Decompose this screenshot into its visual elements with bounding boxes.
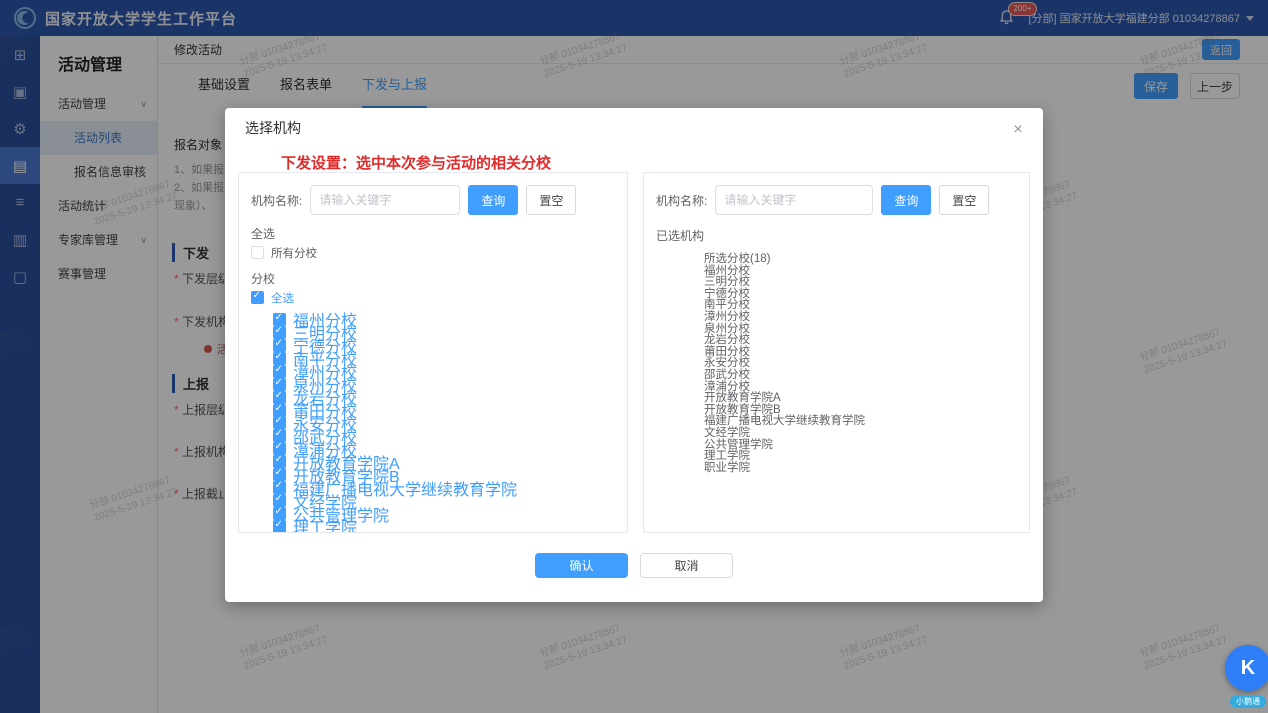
org-name-label: 机构名称:	[251, 192, 302, 209]
selected-org-item: 莆田分校	[704, 347, 1017, 359]
selected-org-item: 宁德分校	[704, 289, 1017, 301]
modal-header: 选择机构	[225, 108, 1043, 148]
branch-checkbox-list: 福州分校三明分校宁德分校南平分校漳州分校泉州分校龙岩分校莆田分校永安分校邵武分校…	[251, 313, 615, 533]
select-all-group-label: 全选	[251, 225, 615, 242]
selected-org-list: 所选分校(18) 福州分校三明分校宁德分校南平分校漳州分校泉州分校龙岩分校莆田分…	[656, 254, 1017, 474]
confirm-button[interactable]: 确认	[535, 553, 628, 578]
org-search-input[interactable]	[310, 185, 460, 215]
select-all-branches-checkbox[interactable]: 全选	[251, 290, 615, 305]
selected-org-item: 公共管理学院	[704, 440, 1017, 452]
selected-search-input[interactable]	[715, 185, 873, 215]
search-button[interactable]: 查询	[881, 185, 931, 215]
all-branches-checkbox[interactable]: 所有分校	[251, 245, 615, 260]
selected-org-item: 泉州分校	[704, 324, 1017, 336]
selected-org-panel: 机构名称: 查询 置空 已选机构 所选分校(18) 福州分校三明分校宁德分校南平…	[643, 172, 1030, 533]
selected-org-item: 龙岩分校	[704, 335, 1017, 347]
app-window: 国家开放大学学生工作平台 200+ [分部] 国家开放大学福建分部 010342…	[0, 0, 1268, 713]
select-org-modal: 选择机构 下发设置：选中本次参与活动的相关分校 机构名称: 查询 置空 全选 所…	[225, 108, 1043, 602]
org-picker-panel: 机构名称: 查询 置空 全选 所有分校 分校 全选 福州分校三明分校宁德分校南平…	[238, 172, 628, 533]
close-icon[interactable]	[1009, 120, 1027, 138]
clear-button[interactable]: 置空	[526, 185, 576, 215]
branch-group-label: 分校	[251, 270, 615, 287]
search-button[interactable]: 查询	[468, 185, 518, 215]
clear-button[interactable]: 置空	[939, 185, 989, 215]
modal-title: 选择机构	[245, 118, 301, 138]
selected-org-item: 福建广播电视大学继续教育学院	[704, 416, 1017, 428]
distribute-settings-heading: 下发设置：选中本次参与活动的相关分校	[225, 148, 1043, 173]
selected-org-item: 三明分校	[704, 277, 1017, 289]
selected-org-item: 邵武分校	[704, 370, 1017, 382]
assistant-logo-icon[interactable]: K	[1225, 645, 1268, 691]
checkbox-checked-icon	[251, 291, 264, 304]
cancel-button[interactable]: 取消	[640, 553, 733, 578]
checkbox-unchecked-icon	[251, 246, 264, 259]
assistant-label: 小鹅通	[1230, 695, 1266, 708]
assistant-widget[interactable]: K 小鹅通	[1221, 645, 1268, 709]
selected-org-item: 永安分校	[704, 358, 1017, 370]
selected-summary: 所选分校(18)	[704, 254, 1017, 266]
selected-org-item: 文经学院	[704, 428, 1017, 440]
selected-org-item: 职业学院	[704, 463, 1017, 475]
modal-footer: 确认 取消	[225, 553, 1043, 578]
selected-org-item: 南平分校	[704, 300, 1017, 312]
org-name-label: 机构名称:	[656, 192, 707, 209]
selected-org-item: 理工学院	[704, 451, 1017, 463]
selected-org-item: 福州分校	[704, 266, 1017, 278]
selected-org-item: 漳州分校	[704, 312, 1017, 324]
selected-orgs-label: 已选机构	[656, 227, 1017, 244]
selected-org-item: 开放教育学院A	[704, 393, 1017, 405]
